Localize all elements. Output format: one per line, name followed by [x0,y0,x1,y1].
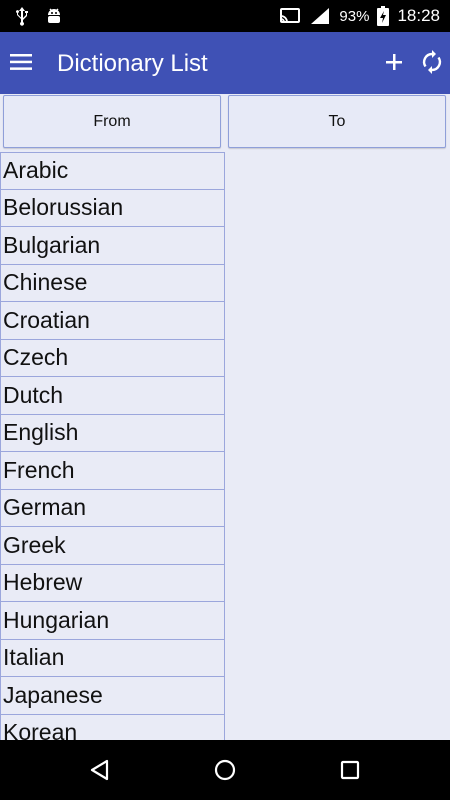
refresh-icon [422,50,442,74]
battery-percent: 93% [339,7,370,25]
usb-icon [14,6,30,26]
language-item-german[interactable]: German [0,489,225,527]
clock: 18:28 [397,6,440,25]
language-item-hebrew[interactable]: Hebrew [0,564,225,602]
navigation-bar [0,740,450,800]
back-button[interactable] [86,756,114,784]
home-icon [214,759,236,781]
language-item-greek[interactable]: Greek [0,527,225,565]
language-item-dutch[interactable]: Dutch [0,377,225,415]
language-item-japanese[interactable]: Japanese [0,677,225,715]
android-debug-icon [44,6,64,26]
language-item-french[interactable]: French [0,452,225,490]
language-item-arabic[interactable]: Arabic [0,152,225,190]
status-bar: 93% 18:28 [0,0,450,32]
language-item-czech[interactable]: Czech [0,339,225,377]
language-list[interactable]: Arabic Belorussian Bulgarian Chinese Cro… [0,152,225,740]
signal-icon [309,7,331,25]
language-item-croatian[interactable]: Croatian [0,302,225,340]
battery-charging-icon [377,6,390,26]
language-item-english[interactable]: English [0,414,225,452]
language-item-chinese[interactable]: Chinese [0,264,225,302]
language-item-korean[interactable]: Korean [0,714,225,740]
recents-button[interactable] [336,756,364,784]
language-item-bulgarian[interactable]: Bulgarian [0,227,225,265]
menu-icon [10,54,32,70]
refresh-button[interactable] [418,48,446,76]
back-icon [90,759,109,781]
cast-icon [279,7,301,25]
to-button[interactable]: To [228,95,446,148]
add-icon [386,54,402,70]
language-item-italian[interactable]: Italian [0,639,225,677]
recents-icon [340,760,360,780]
app-bar: Dictionary List [0,32,450,94]
language-item-belorussian[interactable]: Belorussian [0,189,225,227]
menu-button[interactable] [8,49,34,75]
from-button[interactable]: From [3,95,221,148]
page-title: Dictionary List [57,50,208,77]
add-button[interactable] [380,48,408,76]
language-item-hungarian[interactable]: Hungarian [0,602,225,640]
home-button[interactable] [211,756,239,784]
